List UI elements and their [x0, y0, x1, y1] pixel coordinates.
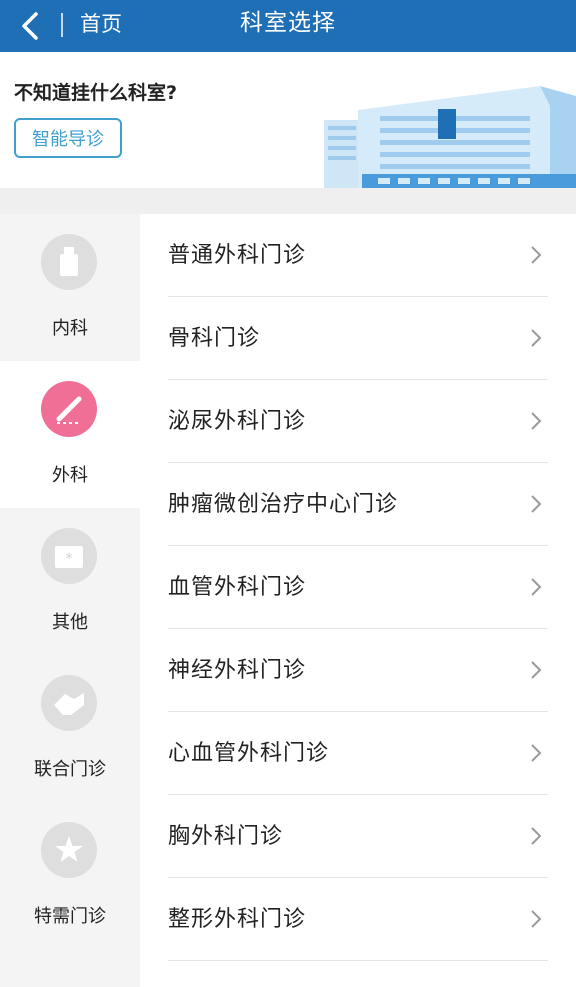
star-icon — [41, 822, 97, 878]
row-divider — [168, 960, 548, 961]
guide-question: 不知道挂什么科室? — [14, 82, 178, 104]
guide-banner: 不知道挂什么科室? 智能导诊 — [0, 52, 576, 188]
department-name: 心血管外科门诊 — [168, 741, 330, 766]
handshake-icon — [41, 675, 97, 731]
department-name: 胸外科门诊 — [168, 824, 284, 849]
department-item[interactable]: 胸外科门诊 — [140, 795, 576, 878]
department-name: 肿瘤微创治疗中心门诊 — [168, 492, 399, 517]
chevron-right-icon — [531, 744, 542, 762]
chevron-right-icon — [531, 412, 542, 430]
top-nav-bar: 首页 科室选择 — [0, 0, 576, 52]
department-item[interactable]: 整形外科门诊 — [140, 878, 576, 961]
department-item[interactable]: 血管外科门诊 — [140, 546, 576, 629]
scalpel-icon — [41, 381, 97, 437]
category-sidebar: 内科 外科 * 其他 联合门诊 特需门诊 — [0, 214, 140, 987]
chevron-right-icon — [531, 578, 542, 596]
department-name: 血管外科门诊 — [168, 575, 307, 600]
svg-text:*: * — [66, 551, 73, 567]
department-name: 骨科门诊 — [168, 326, 261, 351]
chevron-right-icon — [531, 661, 542, 679]
section-gap — [0, 188, 576, 214]
department-list: 普通外科门诊 骨科门诊 泌尿外科门诊 肿瘤微创治疗中心门诊 血管外科门诊 神经外… — [140, 214, 576, 987]
category-label: 联合门诊 — [34, 759, 106, 780]
smart-guide-button[interactable]: 智能导诊 — [14, 118, 122, 158]
first-aid-kit-icon: * — [41, 528, 97, 584]
category-internal-medicine[interactable]: 内科 — [0, 214, 140, 361]
department-item[interactable]: 心血管外科门诊 — [140, 712, 576, 795]
department-item[interactable]: 肿瘤微创治疗中心门诊 — [140, 463, 576, 546]
category-label: 内科 — [52, 318, 88, 339]
medicine-bottle-icon — [41, 234, 97, 290]
category-special-clinic[interactable]: 特需门诊 — [0, 802, 140, 949]
department-item[interactable]: 普通外科门诊 — [140, 214, 576, 297]
department-name: 神经外科门诊 — [168, 658, 307, 683]
chevron-right-icon — [531, 910, 542, 928]
department-item[interactable]: 神经外科门诊 — [140, 629, 576, 712]
chevron-right-icon — [531, 495, 542, 513]
department-name: 泌尿外科门诊 — [168, 409, 307, 434]
department-name: 整形外科门诊 — [168, 907, 307, 932]
category-label: 特需门诊 — [34, 906, 106, 927]
category-label: 外科 — [52, 465, 88, 486]
chevron-right-icon — [531, 246, 542, 264]
department-item[interactable]: 骨科门诊 — [140, 297, 576, 380]
category-joint-clinic[interactable]: 联合门诊 — [0, 655, 140, 802]
category-label: 其他 — [52, 612, 88, 633]
chevron-right-icon — [531, 827, 542, 845]
chevron-right-icon — [531, 329, 542, 347]
department-name: 普通外科门诊 — [168, 243, 307, 268]
category-other[interactable]: * 其他 — [0, 508, 140, 655]
hospital-building-illustration — [324, 86, 576, 188]
category-surgery[interactable]: 外科 — [0, 361, 140, 508]
page-title: 科室选择 — [240, 10, 336, 36]
department-item[interactable]: 泌尿外科门诊 — [140, 380, 576, 463]
